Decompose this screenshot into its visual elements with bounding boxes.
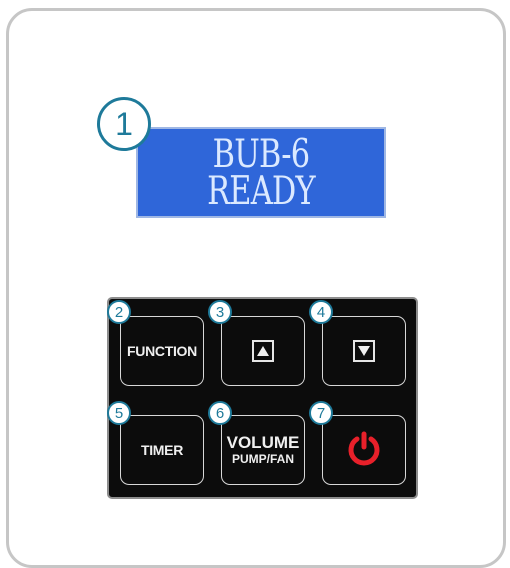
- callout-1: 1: [97, 97, 151, 151]
- display-line-1: BUB-6: [212, 131, 310, 177]
- volume-button[interactable]: VOLUME PUMP/FAN: [221, 415, 305, 485]
- volume-label: VOLUME: [226, 433, 300, 452]
- lcd-display: BUB-6 READY: [136, 127, 386, 218]
- timer-button[interactable]: TIMER: [120, 415, 204, 485]
- function-label: FUNCTION: [127, 343, 197, 359]
- function-button[interactable]: FUNCTION: [120, 316, 204, 386]
- power-icon: [346, 430, 382, 471]
- display-line-2: READY: [207, 168, 315, 214]
- callout-2: 2: [107, 300, 131, 324]
- down-button[interactable]: [322, 316, 406, 386]
- keypad: FUNCTION TIMER VOLUME PUMP/FAN: [107, 297, 418, 499]
- callout-7: 7: [309, 401, 333, 425]
- volume-sublabel: PUMP/FAN: [231, 452, 294, 466]
- up-triangle-icon: [252, 340, 274, 362]
- callout-4: 4: [309, 300, 333, 324]
- callout-6: 6: [208, 401, 232, 425]
- down-triangle-icon: [353, 340, 375, 362]
- callout-5: 5: [107, 401, 131, 425]
- power-button[interactable]: [322, 415, 406, 485]
- up-button[interactable]: [221, 316, 305, 386]
- callout-3: 3: [208, 300, 232, 324]
- timer-label: TIMER: [140, 442, 184, 458]
